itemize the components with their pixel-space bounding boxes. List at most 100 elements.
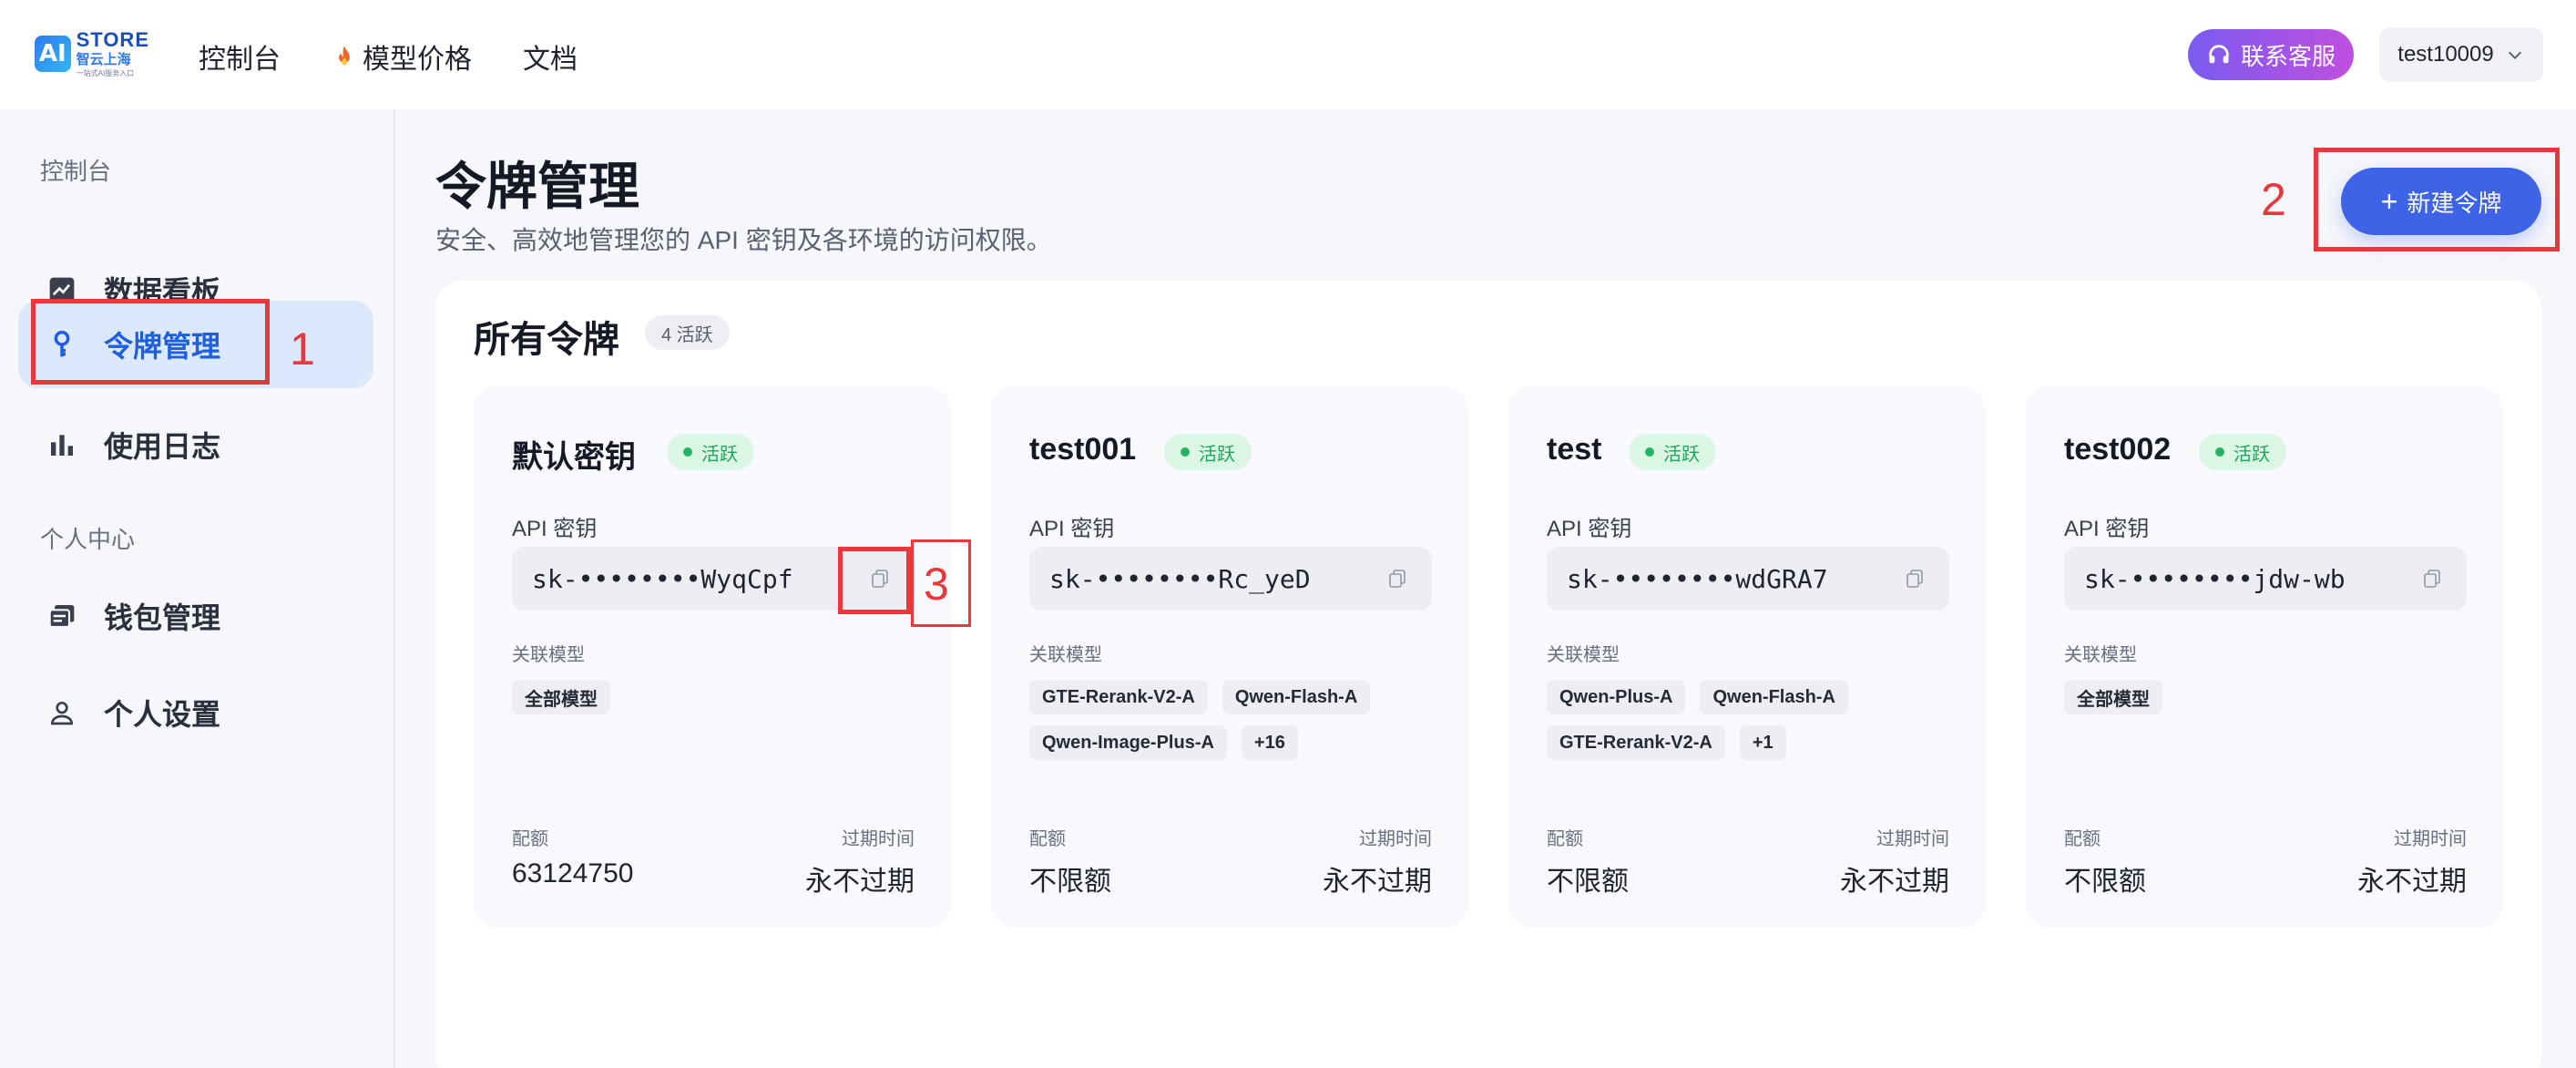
model-tags: 全部模型 xyxy=(2064,680,2483,714)
models-label: 关联模型 xyxy=(1547,645,1620,665)
status-label: 活跃 xyxy=(1663,444,1700,465)
quota-value: 63124750 xyxy=(512,858,634,888)
top-header: AI STORE 智云上海 一站式AI服务入口 控制台 模型价格 文档 联系客服 xyxy=(0,0,2576,109)
quota-label: 配额 xyxy=(1029,829,1066,849)
new-token-button[interactable]: + 新建令牌 xyxy=(2341,168,2541,235)
topnav-model-pricing[interactable]: 模型价格 xyxy=(332,36,472,77)
expire-value: 永不过期 xyxy=(1840,867,1949,897)
models-label: 关联模型 xyxy=(512,645,585,665)
chevron-down-icon xyxy=(2508,51,2521,59)
panel-title: 所有令牌 xyxy=(474,320,619,360)
model-tags: 全部模型 xyxy=(512,680,931,714)
api-key-value: sk-••••••••Rc_yeD xyxy=(1049,563,1311,594)
model-tag: 全部模型 xyxy=(2064,680,2162,714)
user-menu[interactable]: test10009 xyxy=(2379,27,2543,82)
sidebar-item-wallet[interactable]: 钱包管理 xyxy=(18,572,373,660)
logo-text: STORE 智云上海 一站式AI服务入口 xyxy=(77,30,149,77)
active-count-badge: 4 活跃 xyxy=(645,315,730,350)
sidebar-item-usage-logs[interactable]: 使用日志 xyxy=(18,401,373,488)
quota-value: 不限额 xyxy=(1029,867,1111,897)
quota-label: 配额 xyxy=(512,829,548,849)
model-tag-more[interactable]: +1 xyxy=(1739,725,1786,760)
username: test10009 xyxy=(2397,42,2494,67)
token-card[interactable]: test001 活跃 API 密钥 sk-••••••••Rc_yeD 关联模型… xyxy=(991,386,1468,928)
token-card[interactable]: test002 活跃 API 密钥 sk-••••••••jdw-wb 关联模型… xyxy=(2026,386,2503,928)
user-icon xyxy=(46,696,78,729)
expire-label: 过期时间 xyxy=(842,829,915,849)
model-tag: Qwen-Flash-A xyxy=(1700,680,1848,714)
sidebar-item-label: 钱包管理 xyxy=(104,601,221,634)
status-dot xyxy=(683,447,692,457)
token-name: test001 xyxy=(1029,432,1137,467)
status-label: 活跃 xyxy=(2234,444,2270,465)
sidebar-item-token-management[interactable]: 令牌管理 xyxy=(18,301,373,388)
sidebar-group-console: 控制台 xyxy=(40,158,112,185)
bar-chart-icon xyxy=(46,428,78,461)
headset-icon xyxy=(2209,45,2229,64)
quota-value: 不限额 xyxy=(2064,867,2146,897)
status-label: 活跃 xyxy=(1199,444,1235,465)
models-label: 关联模型 xyxy=(1029,645,1102,665)
fire-icon xyxy=(339,46,350,66)
expire-label: 过期时间 xyxy=(2394,829,2467,849)
new-token-label: 新建令牌 xyxy=(2407,189,2502,217)
topnav-docs-label: 文档 xyxy=(523,45,578,75)
plus-icon: + xyxy=(2380,185,2398,218)
copy-icon[interactable] xyxy=(869,568,891,590)
copy-icon[interactable] xyxy=(1386,568,1408,590)
logo-sub: 智云上海 xyxy=(76,52,131,67)
key-icon xyxy=(46,328,78,361)
status-dot xyxy=(1645,447,1654,457)
status-dot xyxy=(2215,447,2224,457)
sidebar-item-label: 个人设置 xyxy=(104,698,221,731)
contact-support-label: 联系客服 xyxy=(2240,42,2336,70)
model-tag: Qwen-Image-Plus-A xyxy=(1029,725,1227,760)
page-title: 令牌管理 xyxy=(435,158,639,215)
api-key-label: API 密钥 xyxy=(1547,517,1632,541)
api-key-field: sk-••••••••jdw-wb xyxy=(2064,547,2467,611)
quota-value: 不限额 xyxy=(1547,867,1629,897)
sidebar-item-label: 使用日志 xyxy=(104,430,221,463)
sidebar-item-personal-settings[interactable]: 个人设置 xyxy=(18,669,373,756)
token-name: test002 xyxy=(2064,432,2172,467)
model-tag-more[interactable]: +16 xyxy=(1241,725,1298,760)
topnav-console[interactable]: 控制台 xyxy=(199,36,281,77)
model-tag: GTE-Rerank-V2-A xyxy=(1547,725,1725,760)
copy-icon[interactable] xyxy=(2421,568,2443,590)
brand-logo[interactable]: AI STORE 智云上海 一站式AI服务入口 xyxy=(35,27,149,80)
api-key-label: API 密钥 xyxy=(1029,517,1115,541)
annotation-number-1: 1 xyxy=(290,323,315,375)
tokens-panel: 所有令牌 4 活跃 默认密钥 活跃 API 密钥 sk-••••••••WyqC… xyxy=(435,281,2541,1068)
status-badge: 活跃 xyxy=(667,434,754,470)
sidebar-item-label: 令牌管理 xyxy=(104,330,221,363)
status-dot xyxy=(1181,447,1190,457)
status-badge: 活跃 xyxy=(1164,434,1252,470)
sidebar-group-personal: 个人中心 xyxy=(40,526,136,553)
api-key-value: sk-••••••••jdw-wb xyxy=(2084,563,2346,594)
sidebar: 控制台 数据看板 令牌管理 使用日志 个人中心 钱包管理 个人设置 xyxy=(0,109,395,1068)
api-key-field: sk-••••••••WyqCpf xyxy=(512,547,915,611)
token-name: test xyxy=(1547,432,1602,467)
status-badge: 活跃 xyxy=(2199,434,2286,470)
api-key-field: sk-••••••••wdGRA7 xyxy=(1547,547,1949,611)
api-key-field: sk-••••••••Rc_yeD xyxy=(1029,547,1432,611)
api-key-label: API 密钥 xyxy=(2064,517,2150,541)
top-nav: 控制台 模型价格 文档 xyxy=(199,36,629,77)
contact-support-button[interactable]: 联系客服 xyxy=(2188,29,2354,80)
models-label: 关联模型 xyxy=(2064,645,2137,665)
quota-label: 配额 xyxy=(2064,829,2101,849)
model-tags: GTE-Rerank-V2-A Qwen-Flash-A Qwen-Image-… xyxy=(1029,680,1448,760)
expire-label: 过期时间 xyxy=(1876,829,1949,849)
status-badge: 活跃 xyxy=(1629,434,1716,470)
token-card[interactable]: test 活跃 API 密钥 sk-••••••••wdGRA7 关联模型 Qw… xyxy=(1508,386,1986,928)
logo-name: STORE xyxy=(76,28,149,51)
topnav-docs[interactable]: 文档 xyxy=(523,36,578,77)
model-tag: Qwen-Plus-A xyxy=(1547,680,1686,714)
model-tag: Qwen-Flash-A xyxy=(1222,680,1371,714)
token-name: 默认密钥 xyxy=(512,440,636,475)
token-card[interactable]: 默认密钥 活跃 API 密钥 sk-••••••••WyqCpf 关联模型 全部… xyxy=(474,386,951,928)
annotation-number-2: 2 xyxy=(2261,174,2286,225)
copy-icon[interactable] xyxy=(1904,568,1926,590)
page-description: 安全、高效地管理您的 API 密钥及各环境的访问权限。 xyxy=(435,226,1052,254)
api-key-value: sk-••••••••WyqCpf xyxy=(532,563,793,594)
